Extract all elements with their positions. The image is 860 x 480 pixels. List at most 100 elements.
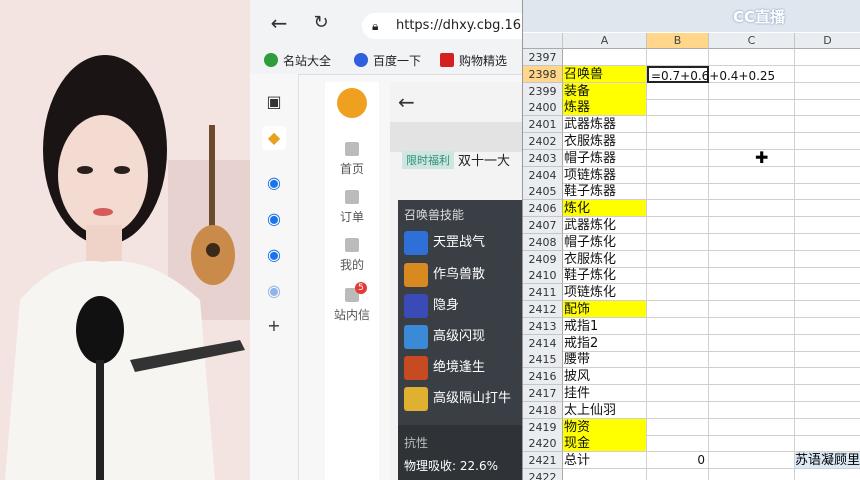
cell-d[interactable] <box>795 419 860 436</box>
cell-a[interactable]: 炼化 <box>563 200 647 218</box>
cell-a[interactable]: 项链炼化 <box>563 284 647 302</box>
cell-d[interactable] <box>795 66 860 83</box>
cell-a[interactable]: 武器炼器 <box>563 116 647 134</box>
cell-d[interactable] <box>795 150 860 167</box>
row-header[interactable]: 2419 <box>523 418 563 436</box>
cell-b[interactable] <box>647 250 709 268</box>
cell-a[interactable]: 武器炼化 <box>563 217 647 234</box>
cell-a[interactable]: 装备 <box>563 82 647 100</box>
cell-b[interactable] <box>647 49 709 66</box>
row-header[interactable]: 2397 <box>523 49 563 66</box>
cell-d[interactable]: 苏语凝顾里 <box>795 452 860 470</box>
cell-b[interactable] <box>647 401 709 419</box>
back-icon[interactable]: ← <box>268 12 290 34</box>
cell-b[interactable] <box>647 116 709 134</box>
cell-c[interactable] <box>709 116 795 134</box>
row-header[interactable]: 2409 <box>523 250 563 268</box>
cell-d[interactable] <box>795 385 860 402</box>
site-logo-icon[interactable] <box>337 88 367 118</box>
cell-a[interactable]: 帽子炼化 <box>563 233 647 251</box>
row-header[interactable]: 2414 <box>523 334 563 352</box>
skill-item[interactable]: 高级闪现 <box>404 324 522 350</box>
cell-d[interactable] <box>795 200 860 218</box>
cell-b[interactable] <box>647 284 709 302</box>
row-header[interactable]: 2417 <box>523 385 563 402</box>
cell-b[interactable] <box>647 469 709 480</box>
skill-item[interactable]: 绝境逢生 <box>404 355 522 381</box>
cell-a[interactable]: 炼器 <box>563 99 647 117</box>
nav-orders[interactable]: 订单 <box>325 190 379 225</box>
cell-c[interactable] <box>709 334 795 352</box>
cell-c[interactable] <box>709 233 795 251</box>
cell-a[interactable]: 披风 <box>563 368 647 386</box>
row-header[interactable]: 2400 <box>523 99 563 117</box>
cell-b[interactable] <box>647 233 709 251</box>
cell-b[interactable] <box>647 385 709 402</box>
cell-c[interactable] <box>709 183 795 201</box>
cell-b[interactable] <box>647 435 709 453</box>
cell-a[interactable]: 衣服炼化 <box>563 250 647 268</box>
cell-a[interactable]: 总计 <box>563 452 647 470</box>
tabs-icon[interactable]: ▣ <box>262 90 286 114</box>
cell-d[interactable] <box>795 402 860 419</box>
cell-b[interactable]: =0.7+0.6+0.4+0.25 <box>647 65 775 83</box>
cell-a[interactable]: 戒指2 <box>563 334 647 352</box>
edge-icon[interactable]: ◉ <box>262 207 286 231</box>
nav-home[interactable]: 首页 <box>325 142 379 177</box>
cell-b[interactable] <box>647 267 709 285</box>
edge-icon[interactable]: ◉ <box>262 243 286 267</box>
cell-c[interactable] <box>709 418 795 436</box>
cell-d[interactable] <box>795 284 860 302</box>
cell-a[interactable]: 项链炼器 <box>563 166 647 184</box>
cell-c[interactable] <box>709 49 795 66</box>
row-header[interactable]: 2420 <box>523 435 563 453</box>
row-header[interactable]: 2402 <box>523 133 563 150</box>
cell-a[interactable]: 腰带 <box>563 351 647 369</box>
cell-d[interactable] <box>795 251 860 268</box>
cell-d[interactable] <box>795 435 860 453</box>
cell-a[interactable] <box>563 49 647 66</box>
cell-a[interactable] <box>563 469 647 480</box>
column-header-c[interactable]: C <box>709 33 795 49</box>
cell-c[interactable] <box>709 351 795 369</box>
cell-c[interactable] <box>709 385 795 402</box>
skill-item[interactable]: 高级隔山打牛 <box>404 386 522 412</box>
cell-b[interactable] <box>647 99 709 117</box>
cell-b[interactable] <box>647 82 709 100</box>
row-header[interactable]: 2413 <box>523 317 563 335</box>
cell-b[interactable] <box>647 133 709 150</box>
back-icon[interactable]: ← <box>398 90 415 114</box>
row-header[interactable]: 2407 <box>523 217 563 234</box>
cell-b[interactable] <box>647 317 709 335</box>
bookmark-item[interactable]: 百度一下 <box>354 52 421 70</box>
cell-c[interactable] <box>709 435 795 453</box>
cell-d[interactable] <box>795 116 860 134</box>
row-header[interactable]: 2411 <box>523 284 563 302</box>
row-header[interactable]: 2406 <box>523 200 563 218</box>
skill-item[interactable]: 天罡战气 <box>404 230 522 256</box>
edge-icon[interactable]: ◉ <box>262 279 286 303</box>
row-header[interactable]: 2398 <box>523 65 563 83</box>
cell-d[interactable] <box>795 167 860 184</box>
cell-b[interactable] <box>647 166 709 184</box>
cell-d[interactable] <box>795 267 860 285</box>
row-header[interactable]: 2405 <box>523 183 563 201</box>
cell-c[interactable] <box>709 368 795 386</box>
cell-c[interactable] <box>709 250 795 268</box>
edge-icon[interactable]: ◉ <box>262 171 286 195</box>
row-header[interactable]: 2408 <box>523 233 563 251</box>
cell-a[interactable]: 召唤兽 <box>563 65 647 83</box>
cell-d[interactable] <box>795 217 860 234</box>
row-header[interactable]: 2403 <box>523 149 563 167</box>
cell-d[interactable] <box>795 83 860 100</box>
cell-a[interactable]: 物资 <box>563 418 647 436</box>
row-header[interactable]: 2418 <box>523 401 563 419</box>
row-header[interactable]: 2404 <box>523 166 563 184</box>
cell-d[interactable] <box>795 351 860 369</box>
cell-c[interactable] <box>709 301 795 318</box>
cell-b[interactable] <box>647 418 709 436</box>
cell-c[interactable] <box>709 166 795 184</box>
skill-item[interactable]: 作鸟兽散 <box>404 262 522 288</box>
cell-d[interactable] <box>795 335 860 352</box>
column-header-a[interactable]: A <box>563 33 647 49</box>
